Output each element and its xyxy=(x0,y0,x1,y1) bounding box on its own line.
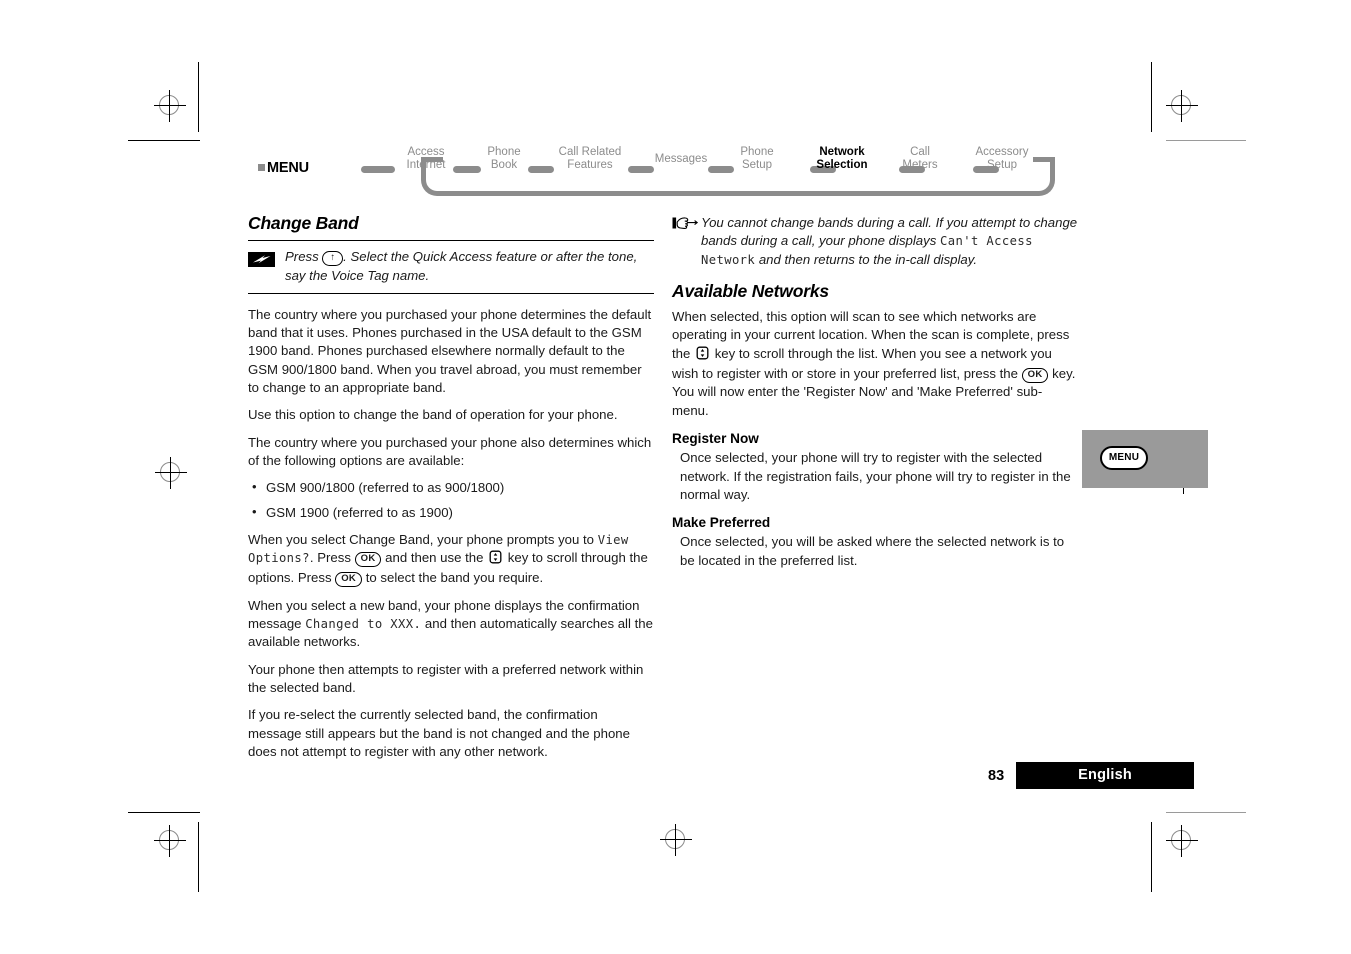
breadcrumb-item-line1: Access xyxy=(407,146,445,158)
subsection-title-make-preferred: Make Preferred xyxy=(672,515,771,531)
lightning-bolt-icon xyxy=(248,252,275,268)
crop-line-top-right-horizontal xyxy=(1166,140,1246,141)
breadcrumb-item-messages[interactable]: Messages xyxy=(650,153,712,166)
text-fragment: . Press xyxy=(309,550,351,566)
band-options-list: GSM 900/1800 (referred to as 900/1800) G… xyxy=(248,478,654,522)
breadcrumb-item-line2: Book xyxy=(490,159,518,171)
lcd-changed-to-xxx: Changed to XXX. xyxy=(305,617,422,632)
crop-line-top-right-vertical xyxy=(1151,62,1152,132)
left-column: Change Band Press ↑. Select the Quick Ac… xyxy=(248,214,654,770)
text-fragment: and then use the xyxy=(385,550,484,566)
breadcrumb-dash xyxy=(361,166,395,173)
breadcrumb-item-line1: Accessory xyxy=(975,146,1029,158)
paragraph-register-preferred: Your phone then attempts to register wit… xyxy=(248,661,644,695)
crop-line-bottom-right-horizontal xyxy=(1166,812,1246,813)
paragraph-confirmation-message: When you select a new band, your phone d… xyxy=(248,597,654,652)
breadcrumb-item-phone-book[interactable]: Phone Book xyxy=(479,146,529,172)
registration-mark-bottom-left xyxy=(152,823,188,859)
page-number: 83 xyxy=(988,767,1005,784)
language-bar: English xyxy=(1016,762,1194,789)
menu-callout-box: MENU xyxy=(1082,430,1208,488)
menu-square-icon xyxy=(258,164,265,171)
breadcrumb-item-accessory-setup[interactable]: Accessory Setup xyxy=(969,146,1035,172)
text-fragment: key to scroll through the list. When you… xyxy=(672,345,1052,382)
text-fragment: When you select Change Band, your phone … xyxy=(248,531,595,547)
pointing-hand-icon xyxy=(672,216,699,236)
breadcrumb-item-line2: Setup xyxy=(741,159,773,171)
breadcrumb-item-line1: Messages xyxy=(654,153,708,165)
shortcut-text-before: Press xyxy=(285,249,319,265)
registration-mark-bottom-right xyxy=(1164,823,1200,859)
breadcrumb-item-line2: Meters xyxy=(902,159,938,171)
breadcrumb-item-call-related-features[interactable]: Call Related Features xyxy=(550,146,630,172)
breadcrumb-item-line1: Network xyxy=(819,146,865,158)
paragraph-band-default: The country where you purchased your pho… xyxy=(248,306,652,396)
breadcrumb-dash xyxy=(628,166,654,173)
page-footer: 83 English xyxy=(988,762,1194,789)
hint-note-text: You cannot change bands during a call. I… xyxy=(701,214,1078,269)
breadcrumb-item-access-internet[interactable]: Access Internet xyxy=(398,146,454,172)
breadcrumb-item-network-selection[interactable]: Network Selection xyxy=(803,146,881,172)
hint-note: You cannot change bands during a call. I… xyxy=(672,214,1078,269)
crop-line-top-left-vertical xyxy=(198,62,199,132)
breadcrumb-dash xyxy=(708,166,734,173)
ok-key-icon: OK xyxy=(335,572,363,587)
ok-key-icon: OK xyxy=(354,552,382,567)
shortcut-note: Press ↑. Select the Quick Access feature… xyxy=(248,240,654,294)
breadcrumb-item-phone-setup[interactable]: Phone Setup xyxy=(732,146,782,172)
text-fragment: to select the band you require. xyxy=(365,570,544,586)
text-fragment: and then returns to the in-call display. xyxy=(758,251,978,267)
breadcrumb-item-line1: Phone xyxy=(740,146,774,158)
ok-key-icon: OK xyxy=(1021,368,1049,383)
paragraph-view-options: When you select Change Band, your phone … xyxy=(248,531,654,588)
registration-mark-top-right xyxy=(1164,88,1200,124)
page-title: Change Band xyxy=(248,213,359,233)
paragraph-reselect-band: If you re-select the currently selected … xyxy=(248,707,630,759)
registration-mark-bottom-center xyxy=(658,822,694,858)
breadcrumb-item-line1: Phone xyxy=(487,146,521,158)
crop-line-bottom-left-vertical xyxy=(198,822,199,892)
breadcrumb-item-line1: Call Related xyxy=(558,146,622,158)
registration-mark-left-middle xyxy=(153,455,189,491)
breadcrumb: MENU Access Internet Phone Book Call Rel… xyxy=(258,146,1058,198)
breadcrumb-dash xyxy=(453,166,481,173)
scroll-key-icon xyxy=(695,346,710,365)
right-column: You cannot change bands during a call. I… xyxy=(672,214,1078,579)
list-item: GSM 1900 (referred to as 1900) xyxy=(252,503,654,522)
breadcrumb-item-line2: Setup xyxy=(986,159,1018,171)
section-title-available-networks: Available Networks xyxy=(672,280,829,301)
up-key-icon: ↑ xyxy=(322,251,344,266)
breadcrumb-item-line2: Internet xyxy=(406,159,446,171)
paragraph-options-intro: The country where you purchased your pho… xyxy=(248,434,652,468)
breadcrumb-menu-label: MENU xyxy=(258,160,309,176)
crop-line-bottom-left-horizontal xyxy=(128,812,200,813)
breadcrumb-item-line2: Features xyxy=(567,159,613,171)
registration-mark-top-left xyxy=(152,88,188,124)
paragraph-use-option: Use this option to change the band of op… xyxy=(248,407,618,423)
breadcrumb-item-line2: Selection xyxy=(816,159,868,171)
subsection-title-register-now: Register Now xyxy=(672,430,759,446)
scroll-key-icon xyxy=(488,550,503,569)
breadcrumb-item-call-meters[interactable]: Call Meters xyxy=(895,146,945,172)
menu-button[interactable]: MENU xyxy=(1100,446,1148,470)
paragraph-available-networks-intro: When selected, this option will scan to … xyxy=(672,308,1078,420)
breadcrumb-item-line1: Call xyxy=(910,146,930,158)
crop-line-bottom-right-vertical xyxy=(1151,822,1152,892)
list-item: GSM 900/1800 (referred to as 900/1800) xyxy=(252,478,654,497)
paragraph-make-preferred: Once selected, you will be asked where t… xyxy=(680,534,1065,568)
paragraph-register-now: Once selected, your phone will try to re… xyxy=(680,450,1071,502)
crop-line-top-left-horizontal xyxy=(128,140,200,141)
shortcut-note-text: Press ↑. Select the Quick Access feature… xyxy=(285,248,654,285)
